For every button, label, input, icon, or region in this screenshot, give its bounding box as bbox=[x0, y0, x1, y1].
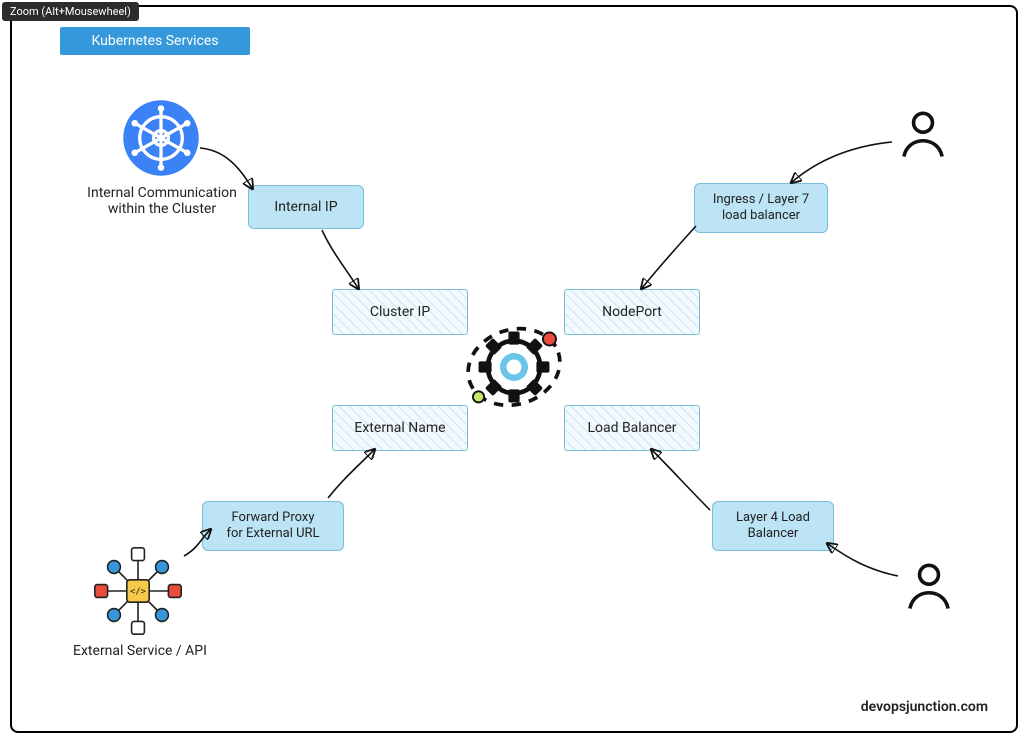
text-line: within the Cluster bbox=[72, 201, 252, 217]
kubernetes-icon bbox=[120, 97, 202, 179]
box-ingress: Ingress / Layer 7 load balancer bbox=[694, 183, 828, 233]
box-forward-proxy: Forward Proxy for External URL bbox=[202, 501, 344, 551]
box-load-balancer: Load Balancer bbox=[564, 405, 700, 451]
text-line: Layer 4 Load bbox=[736, 510, 810, 526]
api-icon: </> bbox=[90, 543, 186, 639]
box-layer4: Layer 4 Load Balancer bbox=[712, 501, 834, 551]
diagram-canvas: Zoom (Alt+Mousewheel) Kubernetes Service… bbox=[0, 0, 1024, 737]
text-line: for External URL bbox=[226, 526, 319, 542]
svg-text:</>: </> bbox=[130, 587, 146, 597]
text-line: Internal Communication bbox=[72, 185, 252, 201]
user-icon bbox=[902, 559, 956, 613]
external-service-label: External Service / API bbox=[62, 643, 218, 659]
box-cluster-ip: Cluster IP bbox=[332, 289, 468, 335]
box-internal-ip: Internal IP bbox=[248, 185, 364, 229]
diagram-frame: Kubernetes Services Internal Communicati… bbox=[10, 5, 1018, 733]
diagram-title: Kubernetes Services bbox=[60, 27, 250, 55]
gear-orbit-icon bbox=[458, 311, 570, 423]
attribution: devopsjunction.com bbox=[861, 699, 988, 715]
internal-communication-label: Internal Communication within the Cluste… bbox=[72, 185, 252, 217]
text-line: load balancer bbox=[722, 208, 800, 224]
box-nodeport: NodePort bbox=[564, 289, 700, 335]
box-external-name: External Name bbox=[332, 405, 468, 451]
user-icon bbox=[896, 107, 950, 161]
text-line: Ingress / Layer 7 bbox=[713, 192, 809, 208]
text-line: Forward Proxy bbox=[231, 510, 314, 526]
text-line: Balancer bbox=[748, 526, 799, 542]
zoom-tooltip: Zoom (Alt+Mousewheel) bbox=[2, 2, 139, 21]
